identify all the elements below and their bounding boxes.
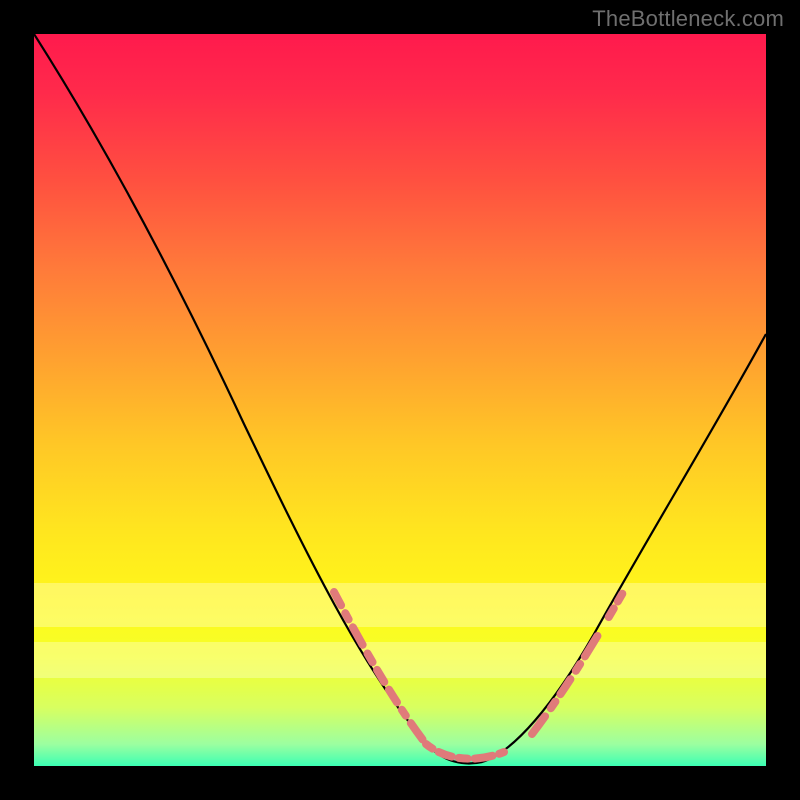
curve-path [34,34,766,763]
bottleneck-curve [34,34,766,766]
watermark-text: TheBottleneck.com [592,6,784,32]
chart-plot-area [34,34,766,766]
marker-segment-bottom [426,744,504,759]
marker-segment-left [334,592,426,744]
